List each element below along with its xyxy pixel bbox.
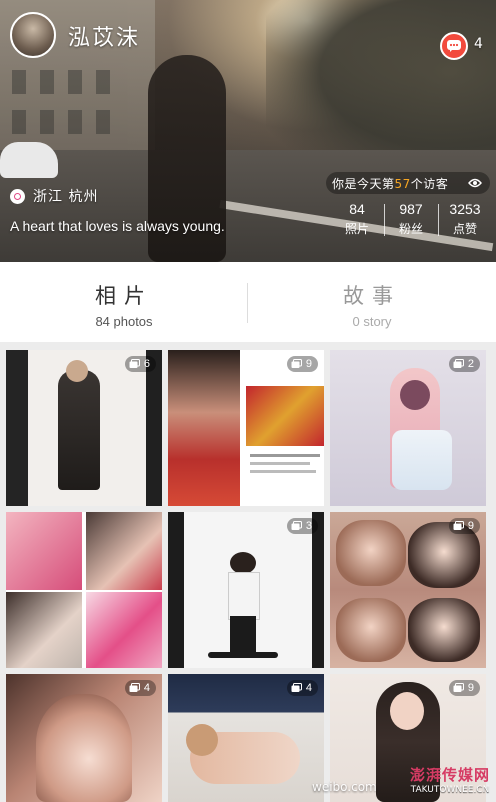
album-count: 9: [467, 520, 474, 532]
chat-bubble-icon: [447, 40, 461, 52]
album-count: 4: [305, 682, 312, 694]
photo-stack-icon: [291, 683, 302, 692]
profile-page: 泓苡沫 4 浙江 杭州 A heart that loves is always…: [0, 0, 496, 802]
album-thumbnail[interactable]: 4: [168, 674, 324, 802]
photo-stack-icon: [291, 359, 302, 368]
photo-stack-icon: [129, 683, 140, 692]
album-count-badge: 9: [286, 356, 318, 372]
photo-stack-icon: [291, 521, 302, 530]
weibo-watermark: weibo.com: [312, 780, 377, 794]
photo-stack-icon: [129, 359, 140, 368]
username: 泓苡沫: [68, 26, 141, 51]
stat-followers[interactable]: 987 粉丝: [384, 200, 438, 240]
album-count-badge: 4: [286, 680, 318, 696]
album-count-badge: 9: [448, 680, 480, 696]
visitor-text: 你是今天第57个访客: [332, 176, 449, 191]
album-thumbnail[interactable]: 9: [168, 350, 324, 506]
stat-photos[interactable]: 84 照片: [330, 200, 384, 240]
photo-stack-icon: [453, 683, 464, 692]
message-count: 4: [474, 36, 483, 52]
photo-grid: 6 9 2 3 9 4 4 9: [0, 342, 496, 802]
album-thumbnail[interactable]: [6, 512, 162, 668]
album-count: 3: [305, 520, 312, 532]
stat-label: 照片: [344, 222, 369, 236]
location-pin-icon: [10, 188, 25, 204]
album-count-badge: 3: [286, 518, 318, 534]
album-thumbnail[interactable]: 2: [330, 350, 486, 506]
cover-car: [0, 142, 58, 178]
bio: A heart that loves is always young.: [10, 218, 225, 234]
message-button[interactable]: [440, 32, 468, 60]
album-count: 2: [467, 358, 474, 370]
stat-value: 84: [349, 201, 365, 217]
site-watermark: 澎湃传媒网 TAKUTOWNEE.CN: [404, 764, 496, 795]
site-watermark-name: 澎湃传媒网: [409, 766, 490, 784]
album-thumbnail[interactable]: 6: [6, 350, 162, 506]
album-thumbnail[interactable]: 3: [168, 512, 324, 668]
photo-stack-icon: [453, 359, 464, 368]
location: 浙江 杭州: [10, 187, 98, 205]
album-count-badge: 6: [124, 356, 156, 372]
tab-subtitle: 84 photos: [95, 314, 153, 329]
tab-title: 故事: [343, 284, 401, 308]
eye-icon: [468, 178, 482, 188]
album-count: 9: [467, 682, 474, 694]
tab-photos[interactable]: 相片 84 photos: [0, 262, 248, 342]
stat-label: 粉丝: [398, 222, 423, 236]
location-text: 浙江 杭州: [33, 189, 99, 205]
album-thumbnail[interactable]: 4: [6, 674, 162, 802]
stat-value: 3253: [449, 201, 481, 217]
album-count-badge: 2: [448, 356, 480, 372]
visitor-badge: 你是今天第57个访客: [326, 172, 490, 194]
stat-likes[interactable]: 3253 点赞: [438, 200, 492, 240]
stat-label: 点赞: [452, 222, 477, 236]
tab-title: 相片: [95, 284, 153, 308]
album-count: 9: [305, 358, 312, 370]
photo-stack-icon: [453, 521, 464, 530]
album-thumbnail[interactable]: 9: [330, 512, 486, 668]
visitor-number: 57: [394, 176, 411, 191]
content-tabs: 相片 84 photos 故事 0 story: [0, 262, 496, 342]
album-count: 4: [143, 682, 150, 694]
avatar[interactable]: [10, 12, 56, 58]
album-count-badge: 9: [448, 518, 480, 534]
tab-stories[interactable]: 故事 0 story: [248, 262, 496, 342]
profile-stats: 84 照片 987 粉丝 3253 点赞: [330, 200, 492, 240]
stat-value: 987: [399, 201, 423, 217]
tab-divider: [247, 283, 248, 323]
album-count: 6: [143, 358, 150, 370]
site-watermark-url: TAKUTOWNEE.CN: [410, 785, 490, 795]
album-count-badge: 4: [124, 680, 156, 696]
tab-subtitle: 0 story: [352, 314, 392, 329]
